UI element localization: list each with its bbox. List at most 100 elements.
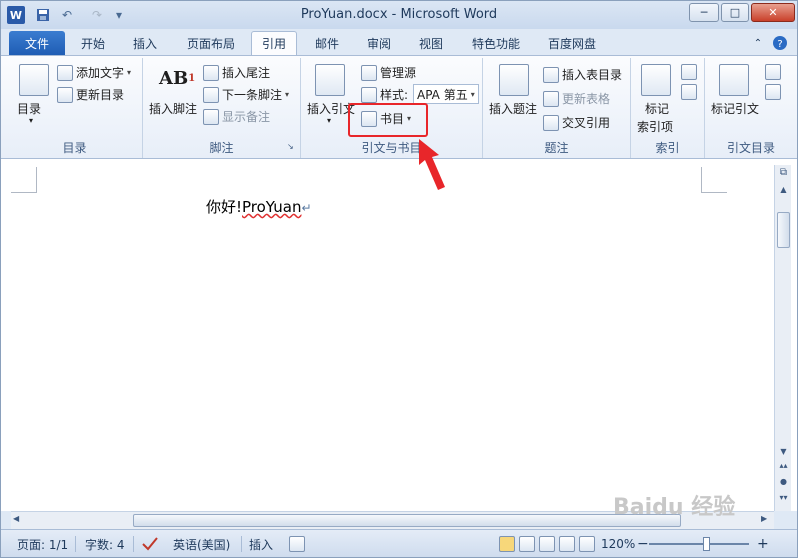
view-outline-icon[interactable] (559, 534, 578, 554)
toc-dropdown-icon[interactable]: ▾ (29, 116, 33, 125)
update-toc-icon (57, 86, 73, 103)
insert-toa-icon[interactable] (765, 64, 784, 80)
scroll-right-icon[interactable]: ▶ (761, 514, 767, 523)
ribbon-tabs: 文件 开始 插入 页面布局 引用 邮件 审阅 视图 特色功能 百度网盘 ⌃ ? (1, 29, 797, 55)
tab-references[interactable]: 引用 (251, 31, 297, 55)
document-area[interactable] (1, 159, 797, 511)
mark-citation-button[interactable]: 标记引文 (711, 100, 759, 117)
group-toc: 目录 ▾ 添加文字 ▾ 更新目录 目录 (7, 58, 143, 158)
insert-citation-dropdown-icon[interactable]: ▾ (327, 116, 331, 125)
watermark-logo: Baidu 经验 (613, 495, 736, 520)
show-notes-icon (203, 108, 219, 125)
page-count[interactable]: 页面: 1/1 (17, 534, 68, 554)
mark-entry-button-line2[interactable]: 索引项 (637, 118, 673, 135)
footnote-dialog-launcher-icon[interactable]: ↘ (287, 142, 294, 151)
next-page-icon[interactable]: ▾▾ (776, 493, 791, 502)
proofing-icon[interactable] (141, 534, 159, 554)
ruler-toggle-icon[interactable]: ⧉ (776, 167, 791, 178)
citation-style-select[interactable]: APA 第五 ▾ (413, 84, 479, 104)
minimize-button[interactable]: ─ (689, 3, 719, 22)
insert-table-of-figures-button[interactable]: 插入表目录 (543, 66, 622, 83)
index-update-small-icon (681, 84, 697, 100)
view-draft-icon[interactable] (579, 534, 598, 554)
toa-small-icon (765, 64, 781, 80)
update-table-button[interactable]: 更新表格 (543, 90, 610, 107)
web-layout-icon (539, 536, 555, 552)
mark-entry-button[interactable]: 标记 (645, 100, 669, 117)
show-notes-button[interactable]: 显示备注 (203, 108, 270, 125)
manage-sources-icon (361, 64, 377, 81)
scroll-up-icon[interactable]: ▲ (776, 185, 791, 194)
maximize-button[interactable]: □ (721, 3, 749, 22)
insert-mode-indicator[interactable]: 插入 (249, 534, 273, 554)
update-toa-icon[interactable] (765, 84, 784, 100)
group-index: 标记 索引项 索引 (631, 58, 705, 158)
manage-sources-button[interactable]: 管理源 (361, 64, 416, 81)
update-toc-button[interactable]: 更新目录 (57, 86, 124, 103)
print-layout-icon (499, 536, 515, 552)
group-toa: 标记引文 引文目录 (705, 58, 797, 158)
view-print-layout-icon[interactable] (499, 534, 518, 554)
tab-mailings[interactable]: 邮件 (305, 31, 349, 55)
toa-update-small-icon (765, 84, 781, 100)
tab-file[interactable]: 文件 (9, 31, 65, 55)
annotation-arrow-icon (419, 139, 445, 190)
group-footnotes: AB 1 插入脚注 插入尾注 下一条脚注 ▾ 显示备注 脚注 ↘ (143, 58, 301, 158)
zoom-slider-thumb[interactable] (703, 537, 710, 551)
browse-object-icon[interactable]: ● (776, 477, 791, 486)
insert-index-icon[interactable] (681, 64, 700, 80)
view-full-screen-icon[interactable] (519, 534, 538, 554)
word-count[interactable]: 字数: 4 (85, 534, 125, 554)
previous-page-icon[interactable]: ▴▴ (776, 461, 791, 470)
zoom-slider-track[interactable] (649, 543, 749, 545)
tab-review[interactable]: 审阅 (357, 31, 401, 55)
scroll-left-icon[interactable]: ◀ (13, 514, 19, 523)
insert-footnote-icon: AB 1 (159, 68, 196, 89)
vertical-scroll-thumb[interactable] (777, 212, 790, 248)
cross-reference-button[interactable]: 交叉引用 (543, 114, 610, 131)
page-corner-mark-left (11, 167, 37, 193)
outline-icon (559, 536, 575, 552)
language-indicator[interactable]: 英语(美国) (173, 534, 230, 554)
tab-special-features[interactable]: 特色功能 (461, 31, 531, 55)
tab-home[interactable]: 开始 (71, 31, 115, 55)
tab-view[interactable]: 视图 (409, 31, 453, 55)
word-window: W ↶ ↷ ▾ ProYuan.docx - Microsoft Word ─ … (0, 0, 798, 558)
toc-button[interactable]: 目录 (17, 100, 41, 117)
scroll-down-icon[interactable]: ▼ (776, 447, 791, 456)
help-icon[interactable]: ? (771, 31, 789, 55)
misspelled-word[interactable]: ProYuan (242, 198, 301, 216)
zoom-level[interactable]: 120% (601, 534, 635, 554)
zoom-out-button[interactable]: − (637, 534, 649, 554)
horizontal-scroll-thumb[interactable] (133, 514, 681, 527)
macro-recording-icon[interactable] (289, 534, 308, 554)
insert-footnote-button[interactable]: 插入脚注 (149, 100, 197, 117)
window-title: ProYuan.docx - Microsoft Word (300, 7, 498, 22)
tab-page-layout[interactable]: 页面布局 (177, 31, 245, 55)
group-captions: 插入题注 插入表目录 更新表格 交叉引用 题注 (483, 58, 631, 158)
view-web-layout-icon[interactable] (539, 534, 558, 554)
index-small-icon (681, 64, 697, 80)
title-bar: W ↶ ↷ ▾ ProYuan.docx - Microsoft Word ─ … (1, 1, 797, 29)
group-label-index: 索引 (655, 141, 680, 155)
zoom-in-button[interactable]: + (757, 534, 769, 554)
mark-entry-icon (641, 64, 671, 96)
tab-baidu-netdisk[interactable]: 百度网盘 (537, 31, 607, 55)
macro-icon (289, 536, 305, 552)
next-footnote-button[interactable]: 下一条脚注 ▾ (203, 86, 289, 103)
style-label: 样式: (361, 86, 408, 103)
document-text[interactable]: 你好!ProYuan↵ (206, 196, 312, 217)
next-footnote-icon (203, 86, 219, 103)
status-bar: 页面: 1/1 字数: 4 英语(美国) 插入 120% − + (1, 529, 797, 557)
collapse-ribbon-icon[interactable]: ⌃ (749, 31, 767, 55)
close-button[interactable]: ✕ (751, 3, 795, 22)
add-text-button[interactable]: 添加文字 ▾ (57, 64, 131, 81)
update-index-icon[interactable] (681, 84, 700, 100)
vertical-scrollbar[interactable]: ⧉ ▲ ▼ ▴▴ ● ▾▾ (774, 165, 791, 511)
mark-citation-icon (719, 64, 749, 96)
group-label-footnotes: 脚注 (209, 141, 234, 155)
tab-insert[interactable]: 插入 (123, 31, 167, 55)
insert-endnote-button[interactable]: 插入尾注 (203, 64, 270, 81)
insert-caption-button[interactable]: 插入题注 (489, 100, 537, 117)
update-table-icon (543, 90, 559, 107)
